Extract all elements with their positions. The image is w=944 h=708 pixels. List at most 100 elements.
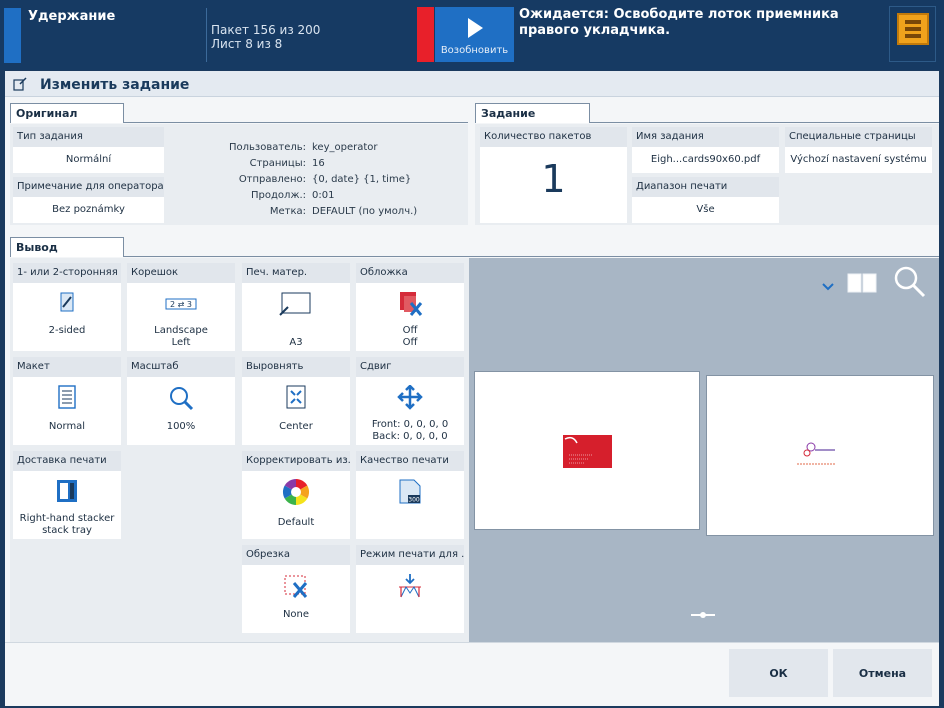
scroll-handle-icon[interactable] bbox=[688, 610, 718, 620]
stacker-icon bbox=[57, 480, 77, 502]
delivery-label: Доставка печати bbox=[13, 451, 121, 471]
align-label: Выровнять bbox=[242, 357, 350, 377]
cover-tile[interactable]: Off Off bbox=[356, 283, 464, 351]
zoom-icon bbox=[170, 387, 194, 411]
tab-output: Вывод bbox=[10, 237, 124, 257]
print-mode-tile[interactable] bbox=[356, 565, 464, 633]
layout-label: Макет bbox=[13, 357, 121, 377]
print-range-field[interactable]: Vše bbox=[632, 197, 779, 223]
stack-icon bbox=[905, 27, 921, 31]
align-value: Center bbox=[279, 421, 313, 432]
layout-icon bbox=[58, 385, 76, 409]
output-section-header: Вывод bbox=[10, 237, 939, 257]
info-label: DEFAULT (по умолч.) bbox=[312, 206, 418, 217]
business-card-front bbox=[563, 435, 612, 468]
zoom-tile[interactable]: 100% bbox=[127, 377, 235, 445]
duplex-icon bbox=[60, 292, 74, 312]
preview-page-front bbox=[474, 371, 700, 530]
cover-label: Обложка bbox=[356, 263, 464, 283]
status-message: Ожидается: Освободите лоток приемника пр… bbox=[519, 7, 839, 38]
info-key: Продолж.: bbox=[251, 190, 306, 201]
quality-icon: 300 bbox=[399, 479, 421, 504]
delivery-value-2: stack tray bbox=[42, 525, 92, 536]
batches-label: Количество пакетов bbox=[480, 127, 627, 147]
align-icon bbox=[286, 385, 306, 409]
job-type-label: Тип задания bbox=[13, 127, 164, 147]
operator-note-field[interactable]: Bez poznámky bbox=[13, 197, 164, 223]
status-indicator bbox=[4, 8, 21, 63]
status-bar: Удержание Пакет 156 из 200 Лист 8 из 8 В… bbox=[0, 0, 944, 70]
trim-icon bbox=[284, 575, 308, 598]
info-user: key_operator bbox=[312, 142, 378, 153]
operator-note-label: Примечание для оператора bbox=[13, 177, 164, 197]
trim-value: None bbox=[282, 609, 310, 620]
cover-value-2: Off bbox=[402, 337, 418, 348]
print-range-label: Диапазон печати bbox=[632, 177, 779, 197]
job-status: Удержание bbox=[28, 9, 116, 24]
media-tile[interactable]: A3 bbox=[242, 283, 350, 351]
book-view-icon[interactable] bbox=[846, 272, 878, 294]
info-key: Пользователь: bbox=[228, 142, 306, 153]
binding-value-2: Left bbox=[171, 337, 191, 348]
shift-tile[interactable]: Front: 0, 0, 0, 0 Back: 0, 0, 0, 0 bbox=[356, 377, 464, 445]
print-quality-tile[interactable]: 300 bbox=[356, 471, 464, 539]
binding-label: Корешок bbox=[127, 263, 235, 283]
shift-back-value: Back: 0, 0, 0, 0 bbox=[372, 431, 448, 442]
duplex-tile[interactable]: 2-sided bbox=[13, 283, 121, 351]
binding-tile[interactable]: 2 ⇄ 3 Landscape Left bbox=[127, 283, 235, 351]
layout-tile[interactable]: Normal bbox=[13, 377, 121, 445]
shift-label: Сдвиг bbox=[356, 357, 464, 377]
chevron-down-icon[interactable] bbox=[821, 281, 835, 293]
trim-tile[interactable]: None bbox=[242, 565, 350, 633]
cover-value: Off bbox=[402, 325, 418, 336]
tab-job: Задание bbox=[475, 103, 590, 123]
cancel-button[interactable]: Отмена bbox=[833, 649, 932, 697]
stack-icon bbox=[905, 34, 921, 38]
align-tile[interactable]: Center bbox=[242, 377, 350, 445]
print-mode-icon bbox=[399, 574, 421, 598]
batch-progress: Пакет 156 из 200 Лист 8 из 8 bbox=[211, 23, 320, 51]
job-panel: Количество пакетов 1 Имя задания Eigh...… bbox=[475, 124, 939, 225]
stack-icon bbox=[905, 20, 921, 24]
job-name-label: Имя задания bbox=[632, 127, 779, 147]
job-section-header: Задание bbox=[475, 103, 939, 123]
page-title: Изменить задание bbox=[40, 77, 190, 93]
card-pattern-icon bbox=[564, 436, 593, 464]
queue-menu-button[interactable] bbox=[897, 13, 929, 45]
edit-job-dialog: Изменить задание Оригинал Тип задания No… bbox=[5, 71, 939, 706]
special-pages-label: Специальные страницы bbox=[785, 127, 932, 147]
delivery-tile[interactable]: Right-hand stacker stack tray bbox=[13, 471, 121, 539]
ok-button[interactable]: ОК bbox=[729, 649, 828, 697]
special-pages-field[interactable]: Výchozí nastavení systému bbox=[785, 147, 932, 173]
color-adjust-tile[interactable]: Default bbox=[242, 471, 350, 539]
tab-original: Оригинал bbox=[10, 103, 124, 123]
trim-label: Обрезка bbox=[242, 545, 350, 565]
magnifier-icon[interactable] bbox=[893, 265, 927, 299]
resume-button[interactable]: Возобновить bbox=[435, 7, 514, 62]
print-mode-label: Режим печати для ... bbox=[356, 545, 464, 565]
card-logo-icon bbox=[797, 442, 835, 465]
job-type-field[interactable]: Normální bbox=[13, 147, 164, 173]
dialog-header: Изменить задание bbox=[5, 71, 939, 97]
delivery-value: Right-hand stacker bbox=[19, 513, 115, 524]
info-key: Отправлено: bbox=[238, 174, 306, 185]
cover-icon bbox=[400, 292, 423, 316]
job-name-field[interactable]: Eigh...cards90x60.pdf bbox=[632, 147, 779, 173]
print-preview bbox=[469, 258, 939, 642]
svg-text:2 ⇄ 3: 2 ⇄ 3 bbox=[170, 300, 192, 309]
batch-counter: Пакет 156 из 200 bbox=[211, 23, 321, 37]
divider bbox=[206, 8, 207, 62]
shift-icon bbox=[397, 385, 423, 410]
batches-field[interactable]: 1 bbox=[480, 147, 627, 223]
dialog-footer: ОК Отмена bbox=[5, 642, 939, 706]
sheet-counter: Лист 8 из 8 bbox=[211, 37, 283, 51]
output-panel: 1- или 2-сторонняя 2-sided Корешок 2 ⇄ 3… bbox=[10, 258, 469, 642]
color-adjust-label: Корректировать из... bbox=[242, 451, 350, 471]
info-key: Страницы: bbox=[249, 158, 306, 169]
media-label: Печ. матер. bbox=[242, 263, 350, 283]
zoom-label: Масштаб bbox=[127, 357, 235, 377]
info-key: Метка: bbox=[269, 206, 306, 217]
media-value: A3 bbox=[289, 337, 303, 348]
media-icon bbox=[279, 292, 311, 316]
duplex-label: 1- или 2-сторонняя bbox=[13, 263, 121, 283]
